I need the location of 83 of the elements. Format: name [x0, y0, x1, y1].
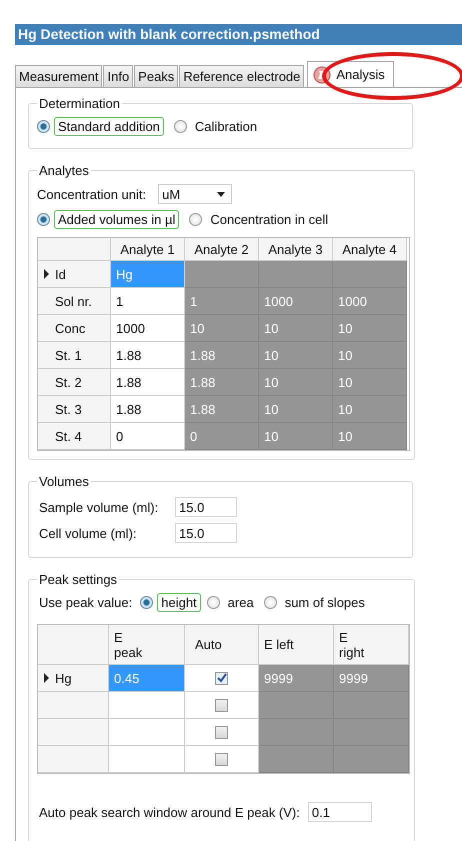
- input-field[interactable]: 0.1: [308, 802, 372, 822]
- table-cell: 9999: [334, 665, 409, 692]
- row-label: Id: [55, 266, 66, 282]
- table-cell: 10: [259, 369, 333, 396]
- table-cell[interactable]: [109, 692, 185, 719]
- table-cell: 1000: [259, 288, 333, 315]
- column-header: Analyte 2: [185, 238, 259, 261]
- group-title: Peak settings: [38, 572, 118, 587]
- table-cell: 10: [333, 423, 407, 450]
- table-cell: 1.88: [185, 342, 259, 369]
- group-title: Determination: [38, 96, 121, 111]
- field-label: Auto peak search window around E peak (V):: [39, 804, 300, 820]
- input-field[interactable]: 15.0: [175, 523, 237, 543]
- tab[interactable]: Reference electrode: [179, 65, 304, 87]
- table-cell: 1.88: [185, 369, 259, 396]
- table-cell[interactable]: 1.88: [111, 369, 185, 396]
- table-cell: 10: [259, 342, 333, 369]
- column-header: Auto: [185, 625, 259, 665]
- table-cell: 10: [333, 342, 407, 369]
- group-title: Volumes: [38, 474, 90, 489]
- row-label: Sol nr.: [55, 294, 92, 308]
- table-cell: 10: [333, 315, 407, 342]
- table-cell: 0: [185, 423, 259, 450]
- table-cell: 10: [333, 369, 407, 396]
- radio-label[interactable]: height: [157, 593, 201, 612]
- radio-button[interactable]: [37, 213, 50, 226]
- row-label: Conc: [55, 320, 86, 336]
- group-title: Analytes: [38, 163, 90, 178]
- field-label: Use peak value:: [39, 595, 132, 610]
- table-cell[interactable]: 1000: [111, 315, 185, 342]
- row-label: St. 4: [55, 428, 82, 444]
- table-cell: 10: [259, 315, 333, 342]
- checkbox[interactable]: [215, 698, 228, 712]
- table-cell: 1.88: [185, 396, 259, 423]
- column-header: E right: [334, 625, 409, 665]
- tab[interactable]: Peaks: [134, 65, 178, 87]
- tab[interactable]: Analysis: [307, 61, 394, 87]
- field-label: Sample volume (ml):: [39, 500, 160, 514]
- radio-button[interactable]: [189, 213, 202, 226]
- table-cell[interactable]: [109, 719, 185, 746]
- field-label: Cell volume (ml):: [39, 526, 138, 540]
- checkbox[interactable]: [215, 672, 228, 684]
- row-label: St. 2: [55, 374, 82, 390]
- checkbox[interactable]: [215, 752, 228, 766]
- table-cell: 10: [259, 423, 333, 450]
- radio-label[interactable]: sum of slopes: [280, 593, 369, 612]
- window-title: Hg Detection with blank correction.psmethod: [15, 24, 462, 45]
- table-cell: 10: [259, 396, 333, 423]
- radio-label[interactable]: Calibration: [190, 117, 262, 136]
- column-header: E left: [259, 625, 334, 665]
- table-cell[interactable]: 1: [111, 288, 185, 315]
- row-label: St. 3: [55, 402, 82, 416]
- radio-label[interactable]: Concentration in cell: [206, 210, 332, 229]
- table-cell: 1000: [333, 288, 407, 315]
- table-cell: 10: [333, 396, 407, 423]
- radio-label[interactable]: area: [224, 593, 258, 612]
- field-label: Concentration unit:: [37, 186, 146, 202]
- checkbox[interactable]: [215, 726, 228, 738]
- table-cell[interactable]: [109, 746, 185, 773]
- column-header: Analyte 3: [259, 238, 333, 261]
- radio-button[interactable]: [37, 120, 50, 133]
- radio-label[interactable]: Standard addition: [54, 117, 164, 136]
- column-header: E peak: [109, 625, 185, 665]
- table-cell[interactable]: 1.88: [111, 342, 185, 369]
- column-header: Analyte 4: [333, 238, 407, 261]
- row-label: Hg: [55, 670, 72, 686]
- table-cell[interactable]: 1.88: [111, 396, 185, 423]
- caret-icon: [217, 192, 226, 196]
- radio-button[interactable]: [174, 120, 187, 133]
- table-cell: 9999: [259, 665, 334, 692]
- column-header: Analyte 1: [111, 238, 185, 261]
- tab[interactable]: Measurement: [15, 65, 102, 87]
- row-label: St. 1: [55, 348, 82, 362]
- input-field[interactable]: 15.0: [175, 497, 237, 517]
- radio-button[interactable]: [140, 596, 154, 609]
- radio-button[interactable]: [206, 596, 220, 609]
- tab[interactable]: Info: [103, 65, 134, 87]
- radio-label[interactable]: Added volumes in µl: [54, 210, 180, 229]
- radio-button[interactable]: [264, 596, 277, 609]
- table-cell: 1: [185, 288, 259, 315]
- table-cell: 10: [185, 315, 259, 342]
- unit-dropdown[interactable]: uM: [158, 184, 232, 204]
- table-cell[interactable]: 0: [111, 423, 185, 450]
